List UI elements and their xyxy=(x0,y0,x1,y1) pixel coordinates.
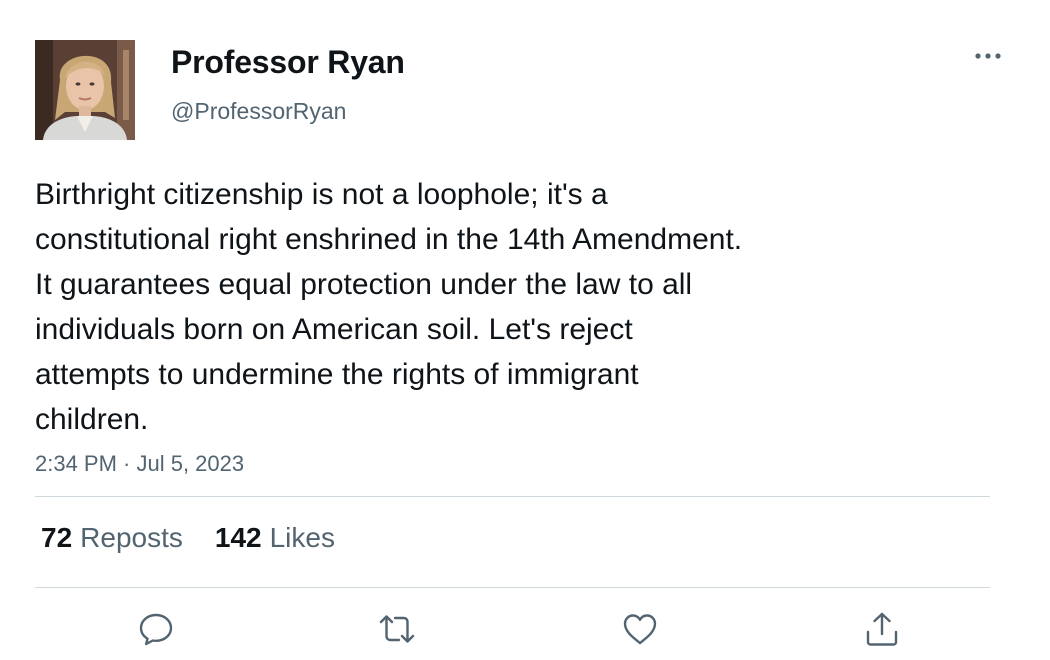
tweet-card: Professor Ryan @ProfessorRyan Birthright… xyxy=(0,0,1050,660)
likes-label: Likes xyxy=(269,522,335,553)
tweet-timestamp[interactable]: 2:34 PM · Jul 5, 2023 xyxy=(35,451,244,477)
share-icon xyxy=(866,612,898,646)
reposts-label: Reposts xyxy=(80,522,183,553)
more-options-button[interactable] xyxy=(970,44,1006,68)
tweet-text-line: constitutional right enshrined in the 14… xyxy=(35,223,743,256)
profile-photo-icon xyxy=(35,40,135,140)
tweet-text: Birthright citizenship is not a loophole… xyxy=(35,172,935,442)
share-button[interactable] xyxy=(863,610,901,648)
heart-icon xyxy=(623,614,657,645)
reply-icon xyxy=(139,613,173,646)
tweet-text-line: attempts to undermine the rights of immi… xyxy=(35,358,639,391)
reposts-count: 72 xyxy=(41,522,73,553)
repost-button[interactable] xyxy=(378,610,416,648)
tweet-text-line: individuals born on American soil. Let's… xyxy=(35,313,633,346)
divider xyxy=(35,587,990,588)
divider xyxy=(35,496,990,497)
repost-icon xyxy=(379,615,415,643)
likes-count: 142 xyxy=(214,522,262,553)
avatar[interactable] xyxy=(35,40,135,140)
author-handle[interactable]: @ProfessorRyan xyxy=(171,98,346,125)
likes-stat[interactable]: 142 Likes xyxy=(215,522,335,554)
tweet-text-line: Birthright citizenship is not a loophole… xyxy=(35,178,608,211)
engagement-stats: 72 Reposts 142 Likes xyxy=(41,522,367,554)
more-icon xyxy=(975,53,1001,59)
tweet-text-line: It guarantees equal protection under the… xyxy=(35,268,693,301)
author-name[interactable]: Professor Ryan xyxy=(171,44,405,81)
tweet-text-line: children. xyxy=(35,403,149,436)
reposts-stat[interactable]: 72 Reposts xyxy=(41,522,183,554)
reply-button[interactable] xyxy=(137,610,175,648)
like-button[interactable] xyxy=(621,610,659,648)
